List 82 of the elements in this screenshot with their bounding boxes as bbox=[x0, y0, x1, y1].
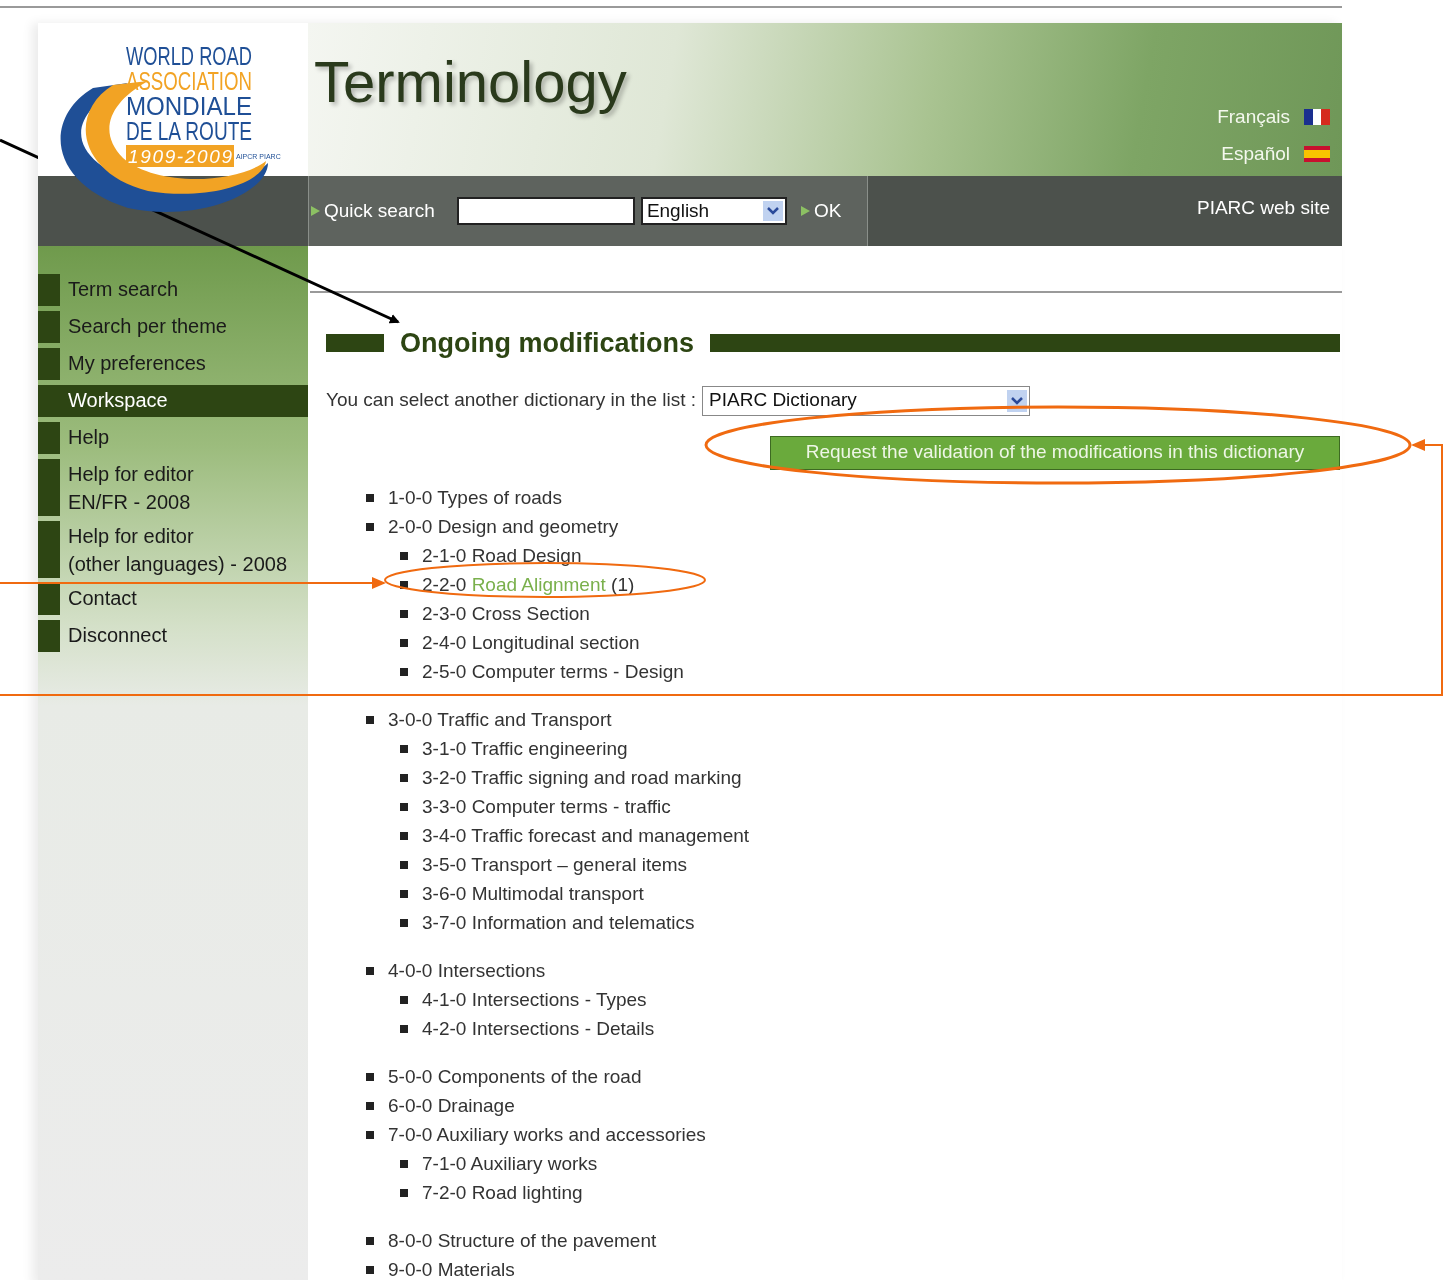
sidebar-item[interactable]: Disconnect bbox=[60, 620, 308, 652]
triangle-icon bbox=[800, 206, 810, 216]
menu-marker-icon bbox=[38, 620, 60, 652]
theme-item[interactable]: 2-0-0 Design and geometry bbox=[388, 512, 619, 542]
sidebar-item[interactable]: Search per theme bbox=[60, 311, 308, 343]
sidebar-item[interactable]: Help for editor EN/FR - 2008 bbox=[60, 459, 308, 516]
bullet-icon bbox=[400, 832, 408, 840]
theme-item[interactable]: 7-2-0 Road lighting bbox=[422, 1178, 583, 1208]
sidebar-item[interactable]: Help bbox=[60, 422, 308, 454]
theme-item[interactable]: 8-0-0 Structure of the pavement bbox=[388, 1226, 657, 1256]
french-flag-icon bbox=[1304, 109, 1330, 126]
page-title: Terminology bbox=[314, 53, 627, 116]
theme-item[interactable]: 7-1-0 Auxiliary works bbox=[422, 1149, 598, 1179]
bullet-icon bbox=[400, 552, 408, 560]
ok-link[interactable]: OK bbox=[813, 196, 842, 226]
menu-marker-icon bbox=[38, 459, 60, 516]
bullet-icon bbox=[400, 803, 408, 811]
dictionary-label: You can select another dictionary in the list : bbox=[326, 388, 697, 413]
bullet-icon bbox=[400, 610, 408, 618]
dictionary-select[interactable]: PIARC Dictionary bbox=[702, 385, 1031, 416]
menu-marker-icon bbox=[38, 521, 60, 578]
theme-item[interactable]: 3-5-0 Transport – general items bbox=[422, 850, 688, 880]
theme-item[interactable]: 4-1-0 Intersections - Types bbox=[422, 985, 647, 1015]
bullet-icon bbox=[366, 1102, 374, 1110]
bullet-icon bbox=[400, 1160, 408, 1168]
theme-item[interactable]: 2-3-0 Cross Section bbox=[422, 599, 590, 629]
theme-item[interactable]: 3-7-0 Information and telematics bbox=[422, 908, 695, 938]
bullet-icon bbox=[400, 745, 408, 753]
dropdown-icon bbox=[762, 201, 783, 221]
bullet-icon bbox=[400, 1189, 408, 1197]
bullet-icon bbox=[366, 1073, 374, 1081]
bullet-icon bbox=[400, 639, 408, 647]
theme-item[interactable]: 2-5-0 Computer terms - Design bbox=[422, 657, 684, 687]
triangle-icon bbox=[311, 206, 320, 216]
search-field[interactable] bbox=[456, 197, 635, 225]
spanish-flag-icon bbox=[1304, 145, 1330, 162]
language-select[interactable]: English bbox=[640, 197, 787, 225]
sidebar-item[interactable]: Term search bbox=[60, 274, 308, 306]
bullet-icon bbox=[366, 716, 374, 724]
theme-item[interactable]: 4-2-0 Intersections - Details bbox=[422, 1014, 655, 1044]
bullet-icon bbox=[400, 774, 408, 782]
theme-item[interactable]: 3-6-0 Multimodal transport bbox=[422, 879, 644, 909]
bullet-icon bbox=[366, 494, 374, 502]
menu-marker-icon bbox=[38, 348, 60, 380]
quick-search-label: Quick search bbox=[324, 198, 435, 223]
menu-marker-icon bbox=[38, 311, 60, 343]
menu-marker-icon bbox=[38, 274, 60, 306]
theme-item[interactable]: 7-0-0 Auxiliary works and accessories bbox=[388, 1120, 706, 1150]
menu-marker-icon bbox=[38, 422, 60, 454]
bullet-icon bbox=[366, 1266, 374, 1274]
bullet-icon bbox=[366, 523, 374, 531]
theme-item[interactable]: 3-2-0 Traffic signing and road marking bbox=[422, 763, 742, 793]
menu-marker-icon bbox=[38, 583, 60, 615]
theme-item[interactable]: 3-0-0 Traffic and Transport bbox=[388, 705, 612, 735]
bullet-icon bbox=[400, 581, 408, 589]
theme-item[interactable]: 3-4-0 Traffic forecast and management bbox=[422, 821, 750, 851]
theme-item[interactable]: 3-1-0 Traffic engineering bbox=[422, 734, 628, 764]
theme-item[interactable]: 4-0-0 Intersections bbox=[388, 956, 546, 986]
bullet-icon bbox=[366, 1237, 374, 1245]
theme-item[interactable]: 2-4-0 Longitudinal section bbox=[422, 628, 640, 658]
bullet-icon bbox=[400, 890, 408, 898]
theme-item[interactable]: 3-3-0 Computer terms - traffic bbox=[422, 792, 671, 822]
bullet-icon bbox=[400, 668, 408, 676]
theme-item[interactable]: 9-0-0 Materials bbox=[388, 1255, 515, 1280]
sidebar-item[interactable]: Contact bbox=[60, 583, 308, 615]
section-heading: Ongoing modifications bbox=[400, 327, 694, 360]
website-link[interactable]: PIARC web site bbox=[1196, 193, 1330, 223]
bullet-icon bbox=[366, 1131, 374, 1139]
bullet-icon bbox=[400, 1025, 408, 1033]
theme-item[interactable]: 2-1-0 Road Design bbox=[422, 541, 582, 571]
theme-item[interactable]: 1-0-0 Types of roads bbox=[388, 483, 562, 513]
bullet-icon bbox=[400, 919, 408, 927]
theme-item[interactable]: 6-0-0 Drainage bbox=[388, 1091, 515, 1121]
theme-item[interactable]: 2-2-0 Road Alignment (1) bbox=[422, 570, 635, 600]
sidebar-item[interactable]: Help for editor (other languages) - 2008 bbox=[60, 521, 308, 578]
theme-item[interactable]: 5-0-0 Components of the road bbox=[388, 1062, 642, 1092]
bullet-icon bbox=[400, 996, 408, 1004]
bullet-icon bbox=[366, 967, 374, 975]
dropdown-icon bbox=[1007, 389, 1028, 412]
sidebar-item[interactable]: My preferences bbox=[60, 348, 308, 380]
bullet-icon bbox=[400, 861, 408, 869]
heading-bar bbox=[326, 334, 384, 353]
